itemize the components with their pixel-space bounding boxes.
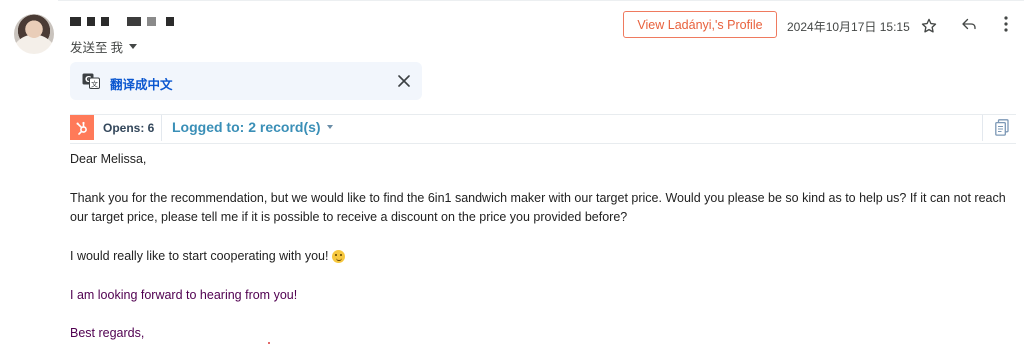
- chevron-down-icon: [326, 125, 333, 129]
- chevron-down-icon[interactable]: [129, 44, 138, 49]
- translate-to-chinese-link[interactable]: 翻译成中文: [110, 74, 173, 93]
- email-timestamp: 2024年10月17日 15:15: [787, 20, 910, 34]
- cursor-artifact: [268, 342, 270, 344]
- logged-records-dropdown[interactable]: Logged to: 2 record(s): [172, 119, 333, 135]
- svg-text:文: 文: [91, 79, 98, 88]
- email-paragraph: Thank you for the recommendation, but we…: [70, 191, 1006, 224]
- recipient-line[interactable]: 发送至 我: [70, 37, 138, 56]
- sender-avatar[interactable]: [14, 14, 54, 54]
- recipient-name: 我: [110, 41, 124, 55]
- hubspot-divider: [161, 115, 162, 141]
- email-paragraph-quoted: I am looking forward to hearing from you…: [70, 288, 298, 302]
- view-profile-button[interactable]: View Ladányi,'s Profile: [623, 11, 777, 38]
- logged-records-label: Logged to: 2 record(s): [172, 119, 321, 135]
- email-paragraph: I would really like to start cooperating…: [70, 247, 1010, 266]
- more-vert-icon[interactable]: [998, 12, 1014, 36]
- reply-icon[interactable]: [957, 12, 981, 36]
- slightly-smiling-face-emoji: [332, 250, 346, 263]
- hubspot-right-divider: [982, 115, 983, 141]
- opens-count: Opens: 6: [103, 121, 155, 135]
- star-outline-icon[interactable]: [917, 14, 941, 38]
- close-icon[interactable]: [395, 72, 413, 90]
- thread-divider: [58, 0, 1024, 1]
- paragraph-text: I would really like to start cooperating…: [70, 249, 329, 263]
- copy-document-icon[interactable]: [994, 118, 1010, 136]
- translate-icon: G 文: [82, 73, 100, 89]
- email-signoff: Best regards,: [70, 326, 145, 340]
- recipient-prefix: 发送至: [70, 41, 108, 55]
- hubspot-sprocket-icon: [70, 115, 94, 140]
- sender-name-redacted: [70, 17, 174, 26]
- email-greeting: Dear Melissa,: [70, 152, 147, 166]
